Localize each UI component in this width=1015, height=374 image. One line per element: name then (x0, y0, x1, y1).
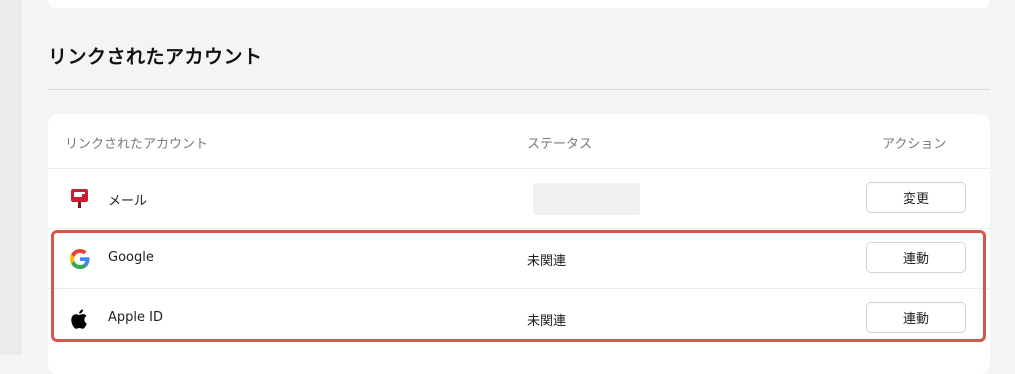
link-apple-button[interactable]: 連動 (866, 302, 966, 333)
apple-status: 未関連 (527, 314, 567, 329)
row-label-apple: Apple ID (108, 310, 163, 325)
header-action: アクション (882, 137, 947, 152)
change-mail-button[interactable]: 変更 (866, 182, 966, 213)
table-row-apple: Apple ID 未関連 連動 (48, 289, 990, 348)
apple-icon (68, 307, 92, 331)
section-title: リンクされたアカウント (48, 46, 263, 68)
left-rail (0, 0, 22, 355)
mailbox-icon (68, 187, 92, 211)
link-google-button[interactable]: 連動 (866, 242, 966, 273)
row-label-google: Google (108, 250, 154, 265)
google-icon (68, 247, 92, 271)
header-linked-account: リンクされたアカウント (65, 137, 209, 152)
table-header: リンクされたアカウント ステータス アクション (48, 114, 990, 169)
google-status: 未関連 (527, 254, 567, 269)
header-status: ステータス (527, 137, 593, 152)
section-divider (48, 89, 990, 90)
table-row-google: Google 未関連 連動 (48, 229, 990, 289)
linked-accounts-table: リンクされたアカウント ステータス アクション メール 変更 Google 未関… (48, 114, 990, 374)
table-row-mail: メール 変更 (48, 169, 990, 229)
mail-status-value (533, 183, 640, 215)
row-label-mail: メール (108, 194, 148, 209)
previous-section-card (48, 0, 990, 8)
